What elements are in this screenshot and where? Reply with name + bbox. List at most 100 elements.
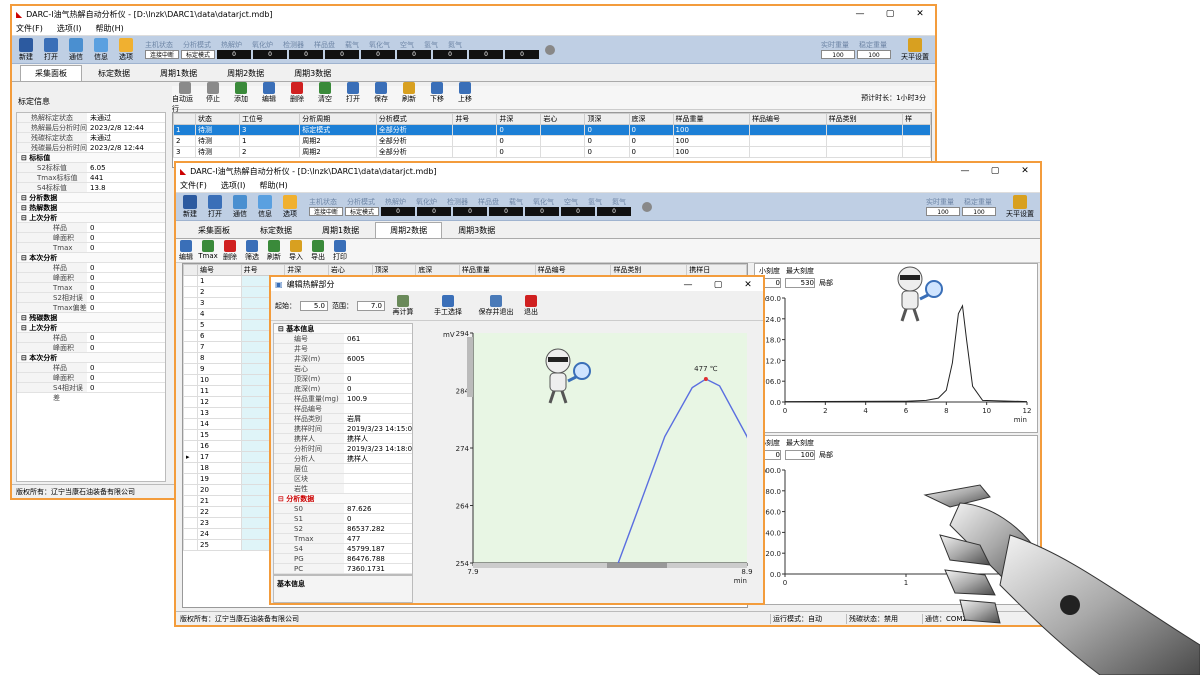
property-row[interactable]: 井深(m) 6005: [274, 354, 412, 364]
column-header[interactable]: 编号: [197, 264, 242, 276]
property-row[interactable]: S4 45799.187: [274, 544, 412, 554]
property-row[interactable]: 样品 0: [17, 223, 165, 233]
column-header[interactable]: [183, 264, 198, 276]
y-scrollbar[interactable]: [467, 337, 473, 397]
property-row[interactable]: 峰面积 0: [17, 233, 165, 243]
property-row[interactable]: 峰面积 0: [17, 273, 165, 283]
subtool-button[interactable]: 导出: [308, 239, 328, 262]
subtool-button[interactable]: 自动运行: [172, 81, 198, 114]
property-row[interactable]: 样品 0: [17, 333, 165, 343]
tab-cycle1[interactable]: 周期1数据: [308, 223, 373, 238]
zoom-button-2[interactable]: 局部: [819, 450, 833, 460]
property-row[interactable]: 编号 061: [274, 334, 412, 344]
property-row[interactable]: 分析人 携样人: [274, 454, 412, 464]
column-header[interactable]: 样品类别: [610, 264, 688, 276]
property-section[interactable]: ⊟ 分析数据: [17, 193, 165, 203]
close-button[interactable]: ✕: [905, 6, 935, 22]
property-row[interactable]: S4标标值 13.8: [17, 183, 165, 193]
column-header[interactable]: 顶深: [584, 113, 630, 125]
maximize-button[interactable]: ▢: [703, 277, 733, 293]
column-header[interactable]: 顶深: [371, 264, 417, 276]
minimize-button[interactable]: —: [673, 277, 703, 293]
property-section[interactable]: ⊟ 上次分析: [17, 323, 165, 333]
subtool-button[interactable]: 刷新: [396, 81, 422, 114]
column-header[interactable]: 携样日: [686, 264, 747, 276]
comm-button[interactable]: 通信: [228, 194, 252, 219]
property-section[interactable]: ⊟ 基本信息: [274, 324, 412, 334]
property-section[interactable]: ⊟ 分析数据: [274, 494, 412, 504]
property-row[interactable]: Tmax 477: [274, 534, 412, 544]
tab-cycle2[interactable]: 周期2数据: [375, 222, 443, 238]
maximize-button[interactable]: ▢: [980, 163, 1010, 179]
column-header[interactable]: 井深: [284, 264, 329, 276]
property-section[interactable]: ⊟ 残碳数据: [17, 313, 165, 323]
tab-cycle3[interactable]: 周期3数据: [444, 223, 509, 238]
property-section[interactable]: ⊟ 本次分析: [17, 253, 165, 263]
property-row[interactable]: 残碳标定状态 未通过: [17, 133, 165, 143]
property-row[interactable]: S2相对误差0: [17, 293, 165, 312]
subtool-button[interactable]: 停止: [200, 81, 226, 114]
column-header[interactable]: 样品类别: [825, 113, 904, 125]
subtool-button[interactable]: 上移: [452, 81, 478, 114]
column-header[interactable]: 底深: [415, 264, 460, 276]
column-header[interactable]: 井深: [496, 113, 542, 125]
subtool-button[interactable]: 编辑: [176, 239, 196, 262]
subtool-button[interactable]: 筛选: [242, 239, 262, 262]
property-row[interactable]: 峰面积 0: [17, 373, 165, 383]
open-button[interactable]: 打开: [39, 37, 63, 62]
property-row[interactable]: 样品类别 岩屑: [274, 414, 412, 424]
tab-acquire[interactable]: 采集面板: [20, 65, 82, 81]
property-row[interactable]: 底深(m) 0: [274, 384, 412, 394]
max-scale-input-2[interactable]: 100: [785, 450, 815, 460]
property-row[interactable]: 残碳最后分析时间 2023/2/8 12:44: [17, 143, 165, 153]
start-input[interactable]: 5.0: [300, 300, 328, 311]
column-header[interactable]: 分析周期: [299, 113, 377, 125]
menu-options[interactable]: 选项(I): [221, 180, 246, 191]
range-input[interactable]: 7.0: [357, 300, 385, 311]
column-header[interactable]: 岩心: [540, 113, 586, 125]
subtool-button[interactable]: 导入: [286, 239, 306, 262]
tab-calib[interactable]: 标定数据: [246, 223, 306, 238]
column-header[interactable]: 底深: [628, 113, 674, 125]
menu-help[interactable]: 帮助(H): [95, 23, 123, 34]
property-section[interactable]: ⊟ 热解数据: [17, 203, 165, 213]
save-exit-button[interactable]: 保存并退出: [477, 294, 515, 317]
column-header[interactable]: 井号: [240, 264, 286, 276]
max-scale-input[interactable]: 530: [785, 278, 815, 288]
property-row[interactable]: 岩性: [274, 484, 412, 494]
manual-select-button[interactable]: 手工选择: [431, 294, 465, 317]
recalc-button[interactable]: 再计算: [389, 294, 417, 317]
property-row[interactable]: Tmax偏差 0: [17, 303, 165, 313]
subtool-button[interactable]: 打开: [340, 81, 366, 114]
tab-acquire[interactable]: 采集面板: [184, 223, 244, 238]
column-header[interactable]: 样品编号: [749, 113, 827, 125]
subtool-button[interactable]: 添加: [228, 81, 254, 114]
property-row[interactable]: 样品编号: [274, 404, 412, 414]
property-section[interactable]: ⊟ 标标值: [17, 153, 165, 163]
property-row[interactable]: 携样时间 2019/3/23 14:15:0: [274, 424, 412, 434]
property-row[interactable]: 样品 0: [17, 263, 165, 273]
maximize-button[interactable]: ▢: [875, 6, 905, 22]
zoom-button[interactable]: 局部: [819, 278, 833, 288]
subtool-button[interactable]: 删除: [220, 239, 240, 262]
x-scrollbar-thumb[interactable]: [607, 563, 667, 568]
subtool-button[interactable]: Tmax: [198, 239, 218, 262]
menu-file[interactable]: 文件(F): [180, 180, 207, 191]
column-header[interactable]: 样品重量: [672, 113, 751, 125]
subtool-button[interactable]: 打印: [330, 239, 350, 262]
column-header[interactable]: 岩心: [327, 264, 373, 276]
close-button[interactable]: ✕: [1010, 163, 1040, 179]
menu-help[interactable]: 帮助(H): [259, 180, 287, 191]
info-button[interactable]: 信息: [253, 194, 277, 219]
column-header[interactable]: 分析模式: [375, 113, 454, 125]
comm-button[interactable]: 通信: [64, 37, 88, 62]
column-header[interactable]: [173, 113, 196, 125]
column-header[interactable]: 样品编号: [534, 264, 612, 276]
property-row[interactable]: 岩心: [274, 364, 412, 374]
property-section[interactable]: ⊟ 本次分析: [17, 353, 165, 363]
property-row[interactable]: S4相对误差 0: [17, 383, 165, 402]
property-row[interactable]: Tmax标标值 441: [17, 173, 165, 183]
table-row[interactable]: 2 待测 1 周期2 全部分析 0 0 0 100: [173, 135, 931, 147]
property-row[interactable]: PC 7360.1731: [274, 564, 412, 574]
new-button[interactable]: 新建: [178, 194, 202, 219]
